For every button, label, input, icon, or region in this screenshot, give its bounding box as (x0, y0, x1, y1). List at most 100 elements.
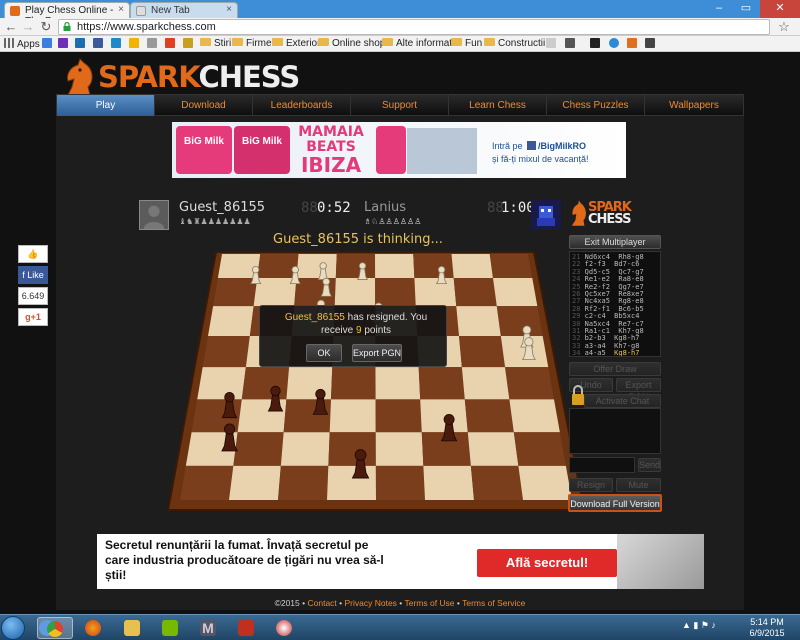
taskbar-firefox[interactable] (76, 617, 110, 639)
resign-button[interactable]: Resign (569, 478, 613, 492)
board-square[interactable] (375, 432, 424, 466)
footer-link-terms-of-service[interactable]: Terms of Service (462, 598, 525, 608)
bookmark-folder-stiri[interactable]: Stiri (200, 38, 231, 50)
bookmark-folder-alte-informatii[interactable]: Alte informatii (382, 38, 457, 50)
board-square[interactable] (423, 465, 474, 500)
board-square[interactable] (492, 277, 538, 307)
close-icon[interactable]: × (226, 4, 232, 15)
board-square[interactable] (375, 399, 422, 433)
minimize-icon[interactable]: – (706, 0, 732, 18)
bookmark-icon[interactable] (609, 38, 622, 50)
bookmark-icon[interactable] (93, 38, 106, 50)
board-square[interactable] (233, 432, 284, 466)
bookmark-icon[interactable] (590, 38, 603, 50)
close-window-icon[interactable]: ✕ (760, 0, 800, 18)
bookmark-icon[interactable] (75, 38, 88, 50)
taskbar-clock[interactable]: 5:14 PM 6/9/2015 (740, 617, 794, 639)
board-square[interactable] (197, 367, 246, 400)
board-square[interactable] (328, 432, 376, 466)
board-square[interactable] (375, 465, 425, 500)
activate-chat-button[interactable]: Activate Chat (584, 394, 661, 408)
bookmark-icon[interactable] (183, 38, 196, 50)
export-pgn-side-button[interactable]: Export PGN (616, 378, 661, 402)
tab-new[interactable]: New Tab × (130, 2, 238, 18)
board-square[interactable] (330, 367, 376, 400)
board-square[interactable] (278, 465, 329, 500)
board-square[interactable] (375, 277, 416, 307)
board-square[interactable] (334, 277, 376, 307)
board-square[interactable] (461, 367, 510, 400)
bookmark-icon[interactable] (129, 38, 142, 50)
reload-icon[interactable]: ↻ (38, 19, 54, 35)
send-button[interactable]: Send (638, 458, 661, 472)
mute-button[interactable]: Mute (616, 478, 661, 492)
board-square[interactable] (470, 465, 523, 500)
address-bar[interactable]: https://www.sparkchess.com (58, 19, 770, 35)
bookmark-icon[interactable] (165, 38, 178, 50)
board-square[interactable] (489, 254, 533, 278)
board-square[interactable] (213, 277, 258, 307)
move-list[interactable]: 21 Nd6xc4 Rh8-g8 22 f2-f3 Bd7-c6 23 Qd5-c5… (569, 251, 661, 357)
google-plus-button[interactable]: g+1 (18, 308, 48, 326)
star-icon[interactable]: ☆ (776, 19, 792, 35)
bookmark-apps[interactable]: Apps (4, 38, 40, 50)
taskbar-explorer[interactable] (115, 617, 149, 639)
board-square[interactable] (202, 336, 250, 368)
footer-link-privacy[interactable]: Privacy Notes (344, 598, 396, 608)
bookmark-folder-fun[interactable]: Fun (451, 38, 482, 50)
board-square[interactable] (459, 336, 506, 368)
board-square[interactable] (513, 432, 566, 466)
bookmark-icon[interactable] (565, 38, 578, 50)
board-square[interactable] (420, 399, 468, 433)
board-square[interactable] (496, 306, 543, 337)
board-square[interactable] (329, 399, 376, 433)
forward-icon[interactable]: → (20, 19, 36, 35)
system-tray[interactable]: ▲ ▮ ⚑ ♪ (682, 620, 716, 631)
bookmark-icon[interactable] (645, 38, 658, 50)
chat-input[interactable] (569, 457, 635, 473)
taskbar-app-m[interactable]: M (191, 617, 225, 639)
bookmark-folder-exterior[interactable]: Exterior (272, 38, 320, 50)
ad-banner-bottom[interactable]: Secretul renunțării la fumat. Învață sec… (97, 534, 704, 589)
board-square[interactable] (296, 254, 337, 278)
bookmark-folder-firme[interactable]: Firme (232, 38, 272, 50)
board-square[interactable] (375, 367, 421, 400)
board-square[interactable] (414, 277, 457, 307)
bookmark-icon[interactable] (546, 38, 559, 50)
ok-button[interactable]: OK (306, 344, 342, 362)
board-square[interactable] (464, 399, 514, 433)
board-square[interactable] (418, 367, 465, 400)
board-square[interactable] (375, 254, 415, 278)
taskbar-chrome[interactable] (37, 617, 73, 639)
exit-multiplayer-button[interactable]: Exit Multiplayer (569, 235, 661, 249)
board-square[interactable] (327, 465, 376, 500)
taskbar-nvidia[interactable] (153, 617, 187, 639)
export-pgn-button[interactable]: Export PGN (352, 344, 402, 362)
bookmark-icon[interactable] (147, 38, 160, 50)
board-square[interactable] (467, 432, 519, 466)
board-square[interactable] (280, 432, 330, 466)
back-icon[interactable]: ← (3, 19, 19, 35)
board-square[interactable] (335, 254, 376, 278)
board-square[interactable] (505, 367, 554, 400)
footer-link-terms-of-use[interactable]: Terms of Use (404, 598, 454, 608)
board-square[interactable] (257, 254, 299, 278)
board-square[interactable] (453, 277, 497, 307)
board-square[interactable] (207, 306, 254, 337)
close-icon[interactable]: × (118, 4, 124, 15)
board-square[interactable] (241, 367, 290, 400)
board-square[interactable] (509, 399, 560, 433)
offer-draw-button[interactable]: Offer Draw (569, 362, 661, 376)
taskbar-app[interactable] (267, 617, 301, 639)
board-square[interactable] (518, 465, 572, 500)
start-button[interactable] (1, 616, 25, 640)
taskbar-app-120x[interactable] (229, 617, 263, 639)
board-square[interactable] (456, 306, 501, 337)
bookmark-icon[interactable] (627, 38, 640, 50)
bookmark-icon[interactable] (58, 38, 71, 50)
facebook-like-button[interactable]: f Like (18, 266, 48, 284)
tab-sparkchess[interactable]: Play Chess Online - The P × (4, 2, 130, 27)
bookmark-folder-online-shops[interactable]: Online shops (318, 38, 390, 50)
bookmark-folder-constructii[interactable]: Constructii (484, 38, 545, 50)
bookmark-icon[interactable] (111, 38, 124, 50)
